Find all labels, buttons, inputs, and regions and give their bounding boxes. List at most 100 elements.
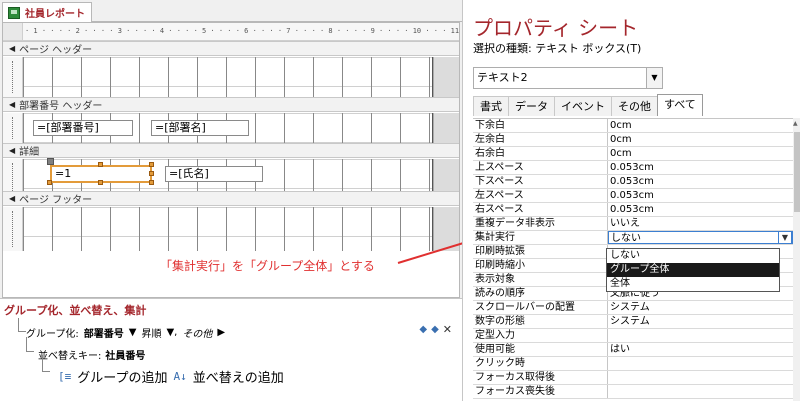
property-value[interactable]: 0.053cm [608,189,793,202]
property-row[interactable]: フォーカス喪失後 [473,385,793,399]
scrollbar-thumb[interactable] [794,132,800,212]
scroll-up-icon[interactable]: ▲ [793,120,798,127]
property-value[interactable]: 0cm [608,119,793,132]
property-value[interactable] [608,357,793,370]
property-row[interactable]: 下スペース 0.053cm [473,175,793,189]
dropdown-option[interactable]: グループ全体 [607,263,779,277]
sort-level-row[interactable]: 並べ替えキー: 社員番号 [38,347,145,362]
detail-bar[interactable]: ◀ 詳細 [3,143,459,158]
property-row[interactable]: 左余白 0cm [473,133,793,147]
vertical-ruler-group-header[interactable] [3,113,23,143]
control-selector[interactable]: テキスト2 ▼ [473,67,663,89]
tab-all[interactable]: すべて [657,94,703,116]
expand-arrow-icon[interactable]: ▶ [217,327,225,338]
horizontal-ruler[interactable]: · 1 · · · · 2 · · · · 3 · · · · 4 · · · … [23,23,459,41]
property-row[interactable]: 右スペース 0.053cm [473,203,793,217]
property-value[interactable]: 0.053cm [608,175,793,188]
page-header-label: ページ ヘッダー [19,45,93,56]
group-level-row[interactable]: グループ化: 部署番号 ▼ 昇順 ▼, その他 ▶ [26,325,225,340]
property-row[interactable]: 上スペース 0.053cm [473,161,793,175]
page-footer-bar[interactable]: ◀ ページ フッター [3,191,459,206]
chevron-down-icon[interactable]: ▼ [646,68,662,88]
property-value[interactable]: 0cm [608,133,793,146]
property-name: 左余白 [473,133,608,146]
property-row[interactable]: 右余白 0cm [473,147,793,161]
add-group-icon[interactable]: [≡ [58,370,71,383]
resize-handle[interactable] [149,180,154,185]
property-row[interactable]: 重複データ非表示 いいえ [473,217,793,231]
property-row[interactable]: 集計実行 しない ▼ [473,231,793,245]
property-value[interactable]: 0cm [608,147,793,160]
property-row[interactable]: 下余白 0cm [473,119,793,133]
property-value[interactable] [608,329,793,342]
property-row[interactable]: 数字の形態 システム [473,315,793,329]
vertical-ruler-page-header[interactable] [3,57,23,97]
dropdown-option[interactable]: 全体 [607,277,779,291]
property-row[interactable]: フォーカス取得後 [473,371,793,385]
control-selector-value: テキスト2 [477,71,528,84]
group-field-selector[interactable]: 部署番号 [84,325,124,340]
property-row[interactable]: スクロールバーの配置 システム [473,301,793,315]
chevron-down-icon[interactable]: ▼ [778,232,792,243]
property-name: 重複データ非表示 [473,217,608,230]
resize-handle[interactable] [98,162,103,167]
resize-handle[interactable] [47,180,52,185]
delete-icon[interactable]: ✕ [443,323,452,336]
resize-handle[interactable] [98,180,103,185]
property-name: 上スペース [473,161,608,174]
property-scrollbar[interactable]: ▲ [793,118,800,401]
property-row[interactable]: クリック時 [473,357,793,371]
chevron-down-icon[interactable]: ▼ [129,327,137,338]
tab-data[interactable]: データ [508,96,555,116]
property-value[interactable]: システム [608,315,793,328]
move-up-icon[interactable]: ◆ [419,324,427,335]
property-name: 下スペース [473,175,608,188]
page-footer-section[interactable] [23,207,433,251]
move-handle[interactable] [47,158,54,165]
report-icon [8,6,20,19]
move-down-icon[interactable]: ◆ [431,324,439,335]
property-value-text: いいえ [610,218,640,229]
resize-handle[interactable] [149,171,154,176]
property-value[interactable]: 0.053cm [608,161,793,174]
property-row[interactable]: 使用可能 はい [473,343,793,357]
tab-format[interactable]: 書式 [473,96,509,116]
report-document-tab[interactable]: 社員レポート [2,2,92,22]
add-group-button[interactable]: グループの追加 [77,367,167,386]
section-arrow-icon: ◀ [9,194,16,203]
more-options-link[interactable]: その他 [182,325,212,340]
dropdown-option[interactable]: しない [607,249,779,263]
ruler-corner[interactable] [3,23,23,41]
tab-other[interactable]: その他 [611,96,658,116]
dept-name-textbox[interactable]: =[部署名] [151,120,249,136]
page-header-bar[interactable]: ◀ ページ ヘッダー [3,41,459,56]
sort-field-selector[interactable]: 社員番号 [105,347,145,362]
tree-connector [42,355,50,372]
property-value[interactable]: いいえ [608,217,793,230]
resize-handle[interactable] [149,162,154,167]
employee-name-textbox[interactable]: =[氏名] [165,166,263,182]
property-value[interactable] [608,385,793,398]
group-header-bar[interactable]: ◀ 部署番号 ヘッダー [3,97,459,112]
property-value[interactable]: システム [608,301,793,314]
tree-connector [26,337,34,352]
property-row[interactable]: 定型入力 [473,329,793,343]
add-sort-icon[interactable]: A↓ [173,370,186,383]
add-sort-button[interactable]: 並べ替えの追加 [193,367,284,386]
property-name: 印刷時拡張 [473,245,608,258]
property-value[interactable]: しない ▼ [608,231,793,244]
property-name: 下余白 [473,119,608,132]
tab-event[interactable]: イベント [554,96,612,116]
property-value[interactable]: はい [608,343,793,356]
dept-number-textbox[interactable]: =[部署番号] [33,120,133,136]
property-name: 右余白 [473,147,608,160]
chevron-down-icon[interactable]: ▼, [166,327,177,338]
vertical-ruler-page-footer[interactable] [3,207,23,251]
property-value[interactable]: 0.053cm [608,203,793,216]
property-row[interactable]: 左スペース 0.053cm [473,189,793,203]
property-name: 集計実行 [473,231,608,244]
property-value[interactable] [608,371,793,384]
page-header-section[interactable] [23,57,433,97]
sort-order-selector[interactable]: 昇順 [141,325,161,340]
property-name: 数字の形態 [473,315,608,328]
